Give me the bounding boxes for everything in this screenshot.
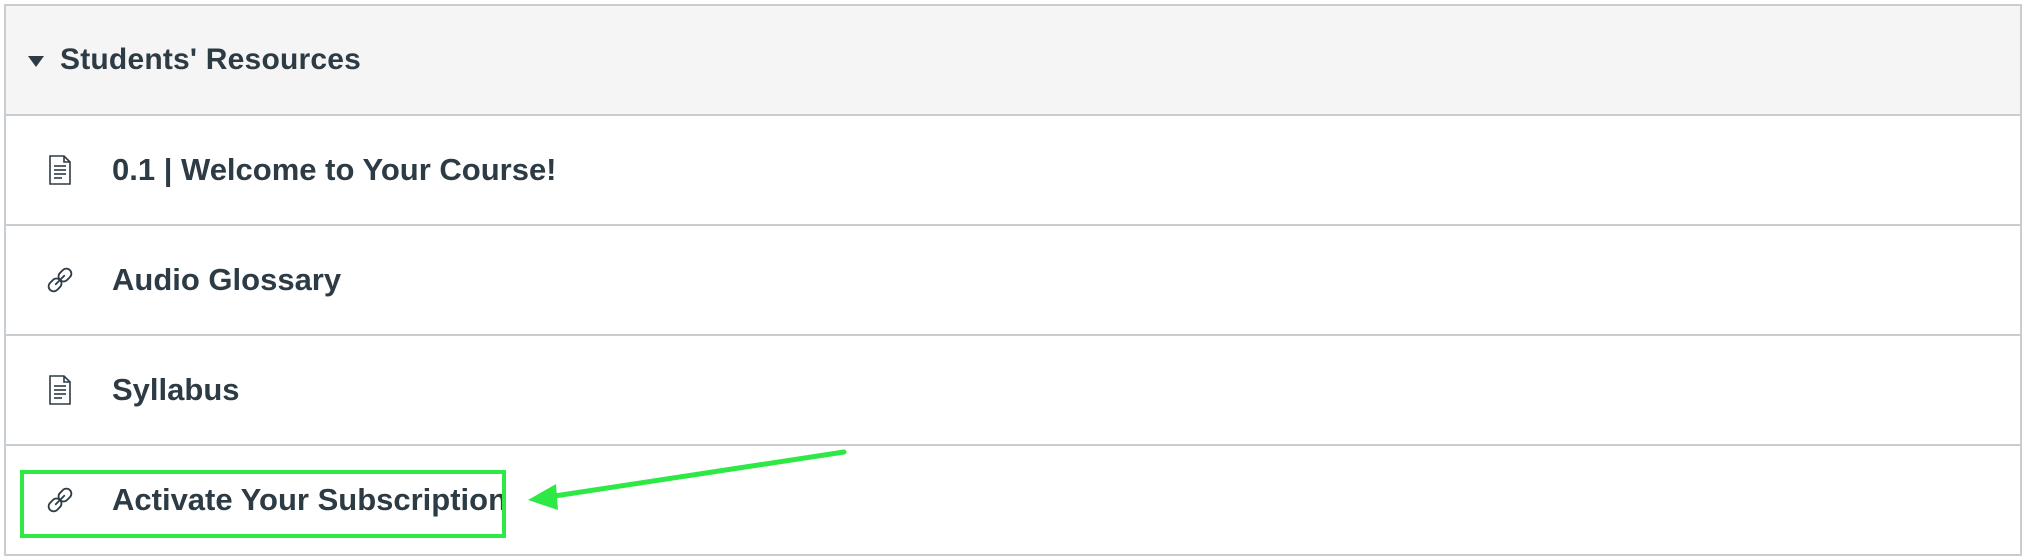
module-item-welcome: 0.1 | Welcome to Your Course! [6, 116, 2020, 226]
page-icon [42, 372, 78, 408]
module-header[interactable]: Students' Resources [6, 6, 2020, 116]
module-items-list: 0.1 | Welcome to Your Course! Audio Glos… [6, 116, 2020, 554]
module-item-activate-subscription: Activate Your Subscription [6, 446, 2020, 554]
module-item-link[interactable]: 0.1 | Welcome to Your Course! [112, 152, 557, 188]
module-item-link[interactable]: Activate Your Subscription [112, 482, 507, 518]
module-title: Students' Resources [60, 43, 362, 76]
link-icon [42, 482, 78, 518]
caret-down-icon[interactable] [28, 55, 44, 67]
module-item-link[interactable]: Audio Glossary [112, 262, 341, 298]
module-item-link[interactable]: Syllabus [112, 372, 240, 408]
module-item-audio-glossary: Audio Glossary [6, 226, 2020, 336]
module-students-resources: Students' Resources 0.1 | Welcome to You… [4, 4, 2022, 556]
module-item-syllabus: Syllabus [6, 336, 2020, 446]
page-icon [42, 152, 78, 188]
link-icon [42, 262, 78, 298]
